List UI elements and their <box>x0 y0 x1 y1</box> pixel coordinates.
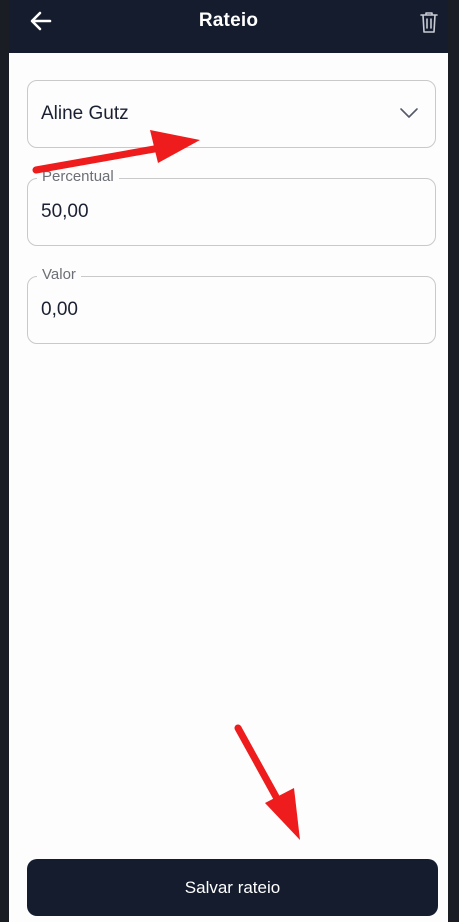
percentual-field[interactable]: Percentual 50,00 <box>27 168 436 246</box>
percentual-value: 50,00 <box>41 201 89 222</box>
valor-label: Valor <box>37 266 81 283</box>
app-screen: Rateio Aline Gutz Percentual 50,00 Valor… <box>9 0 448 922</box>
chevron-down-icon <box>400 108 418 118</box>
delete-button[interactable] <box>417 9 441 35</box>
trash-icon <box>420 12 438 33</box>
page-title: Rateio <box>198 10 259 31</box>
percentual-label: Percentual <box>37 168 119 185</box>
person-select[interactable]: Aline Gutz <box>27 80 436 148</box>
valor-value: 0,00 <box>41 299 78 320</box>
person-select-value: Aline Gutz <box>41 103 129 124</box>
save-rateio-button[interactable]: Salvar rateio <box>27 859 438 916</box>
top-bar: Rateio <box>9 0 448 53</box>
valor-field[interactable]: Valor 0,00 <box>27 266 436 344</box>
